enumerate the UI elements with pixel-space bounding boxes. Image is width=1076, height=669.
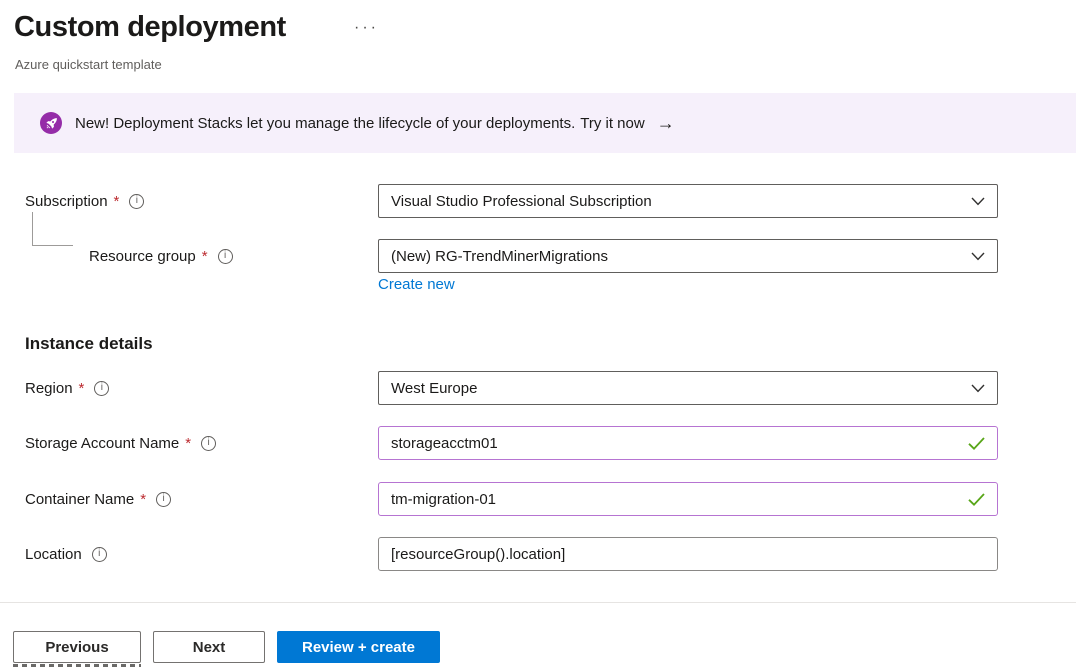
subscription-label: Subscription: [25, 193, 108, 210]
next-button[interactable]: Next: [153, 631, 265, 663]
page-subtitle: Azure quickstart template: [15, 57, 162, 72]
container-name-field: [378, 482, 998, 516]
tree-connector-horizontal: [32, 245, 73, 246]
custom-deployment-page: Custom deployment ··· Azure quickstart t…: [0, 0, 1076, 669]
required-asterisk: *: [114, 193, 120, 210]
storage-account-name-label: Storage Account Name: [25, 435, 179, 452]
info-icon[interactable]: i: [156, 492, 171, 507]
container-name-input[interactable]: [391, 483, 960, 515]
info-icon[interactable]: i: [201, 436, 216, 451]
storage-account-name-input[interactable]: [391, 427, 960, 459]
storage-account-name-label-row: Storage Account Name * i: [25, 426, 216, 460]
footer-divider: [0, 602, 1076, 603]
required-asterisk: *: [79, 380, 85, 397]
arrow-right-icon[interactable]: →: [657, 114, 675, 132]
banner-try-it-now-link[interactable]: Try it now: [580, 115, 644, 132]
chevron-down-icon: [971, 252, 985, 261]
subscription-label-row: Subscription * i: [25, 184, 144, 218]
valid-check-icon: [968, 437, 985, 450]
region-label: Region: [25, 380, 73, 397]
region-label-row: Region * i: [25, 371, 109, 405]
previous-button-focus-dash: [13, 664, 141, 667]
banner-message: New! Deployment Stacks let you manage th…: [75, 115, 575, 132]
resource-group-selected-value: (New) RG-TrendMinerMigrations: [391, 248, 608, 265]
resource-group-label-row: Resource group * i: [89, 239, 233, 273]
region-dropdown[interactable]: West Europe: [378, 371, 998, 405]
required-asterisk: *: [140, 491, 146, 508]
region-selected-value: West Europe: [391, 380, 477, 397]
instance-details-heading: Instance details: [25, 334, 153, 354]
chevron-down-icon: [971, 197, 985, 206]
create-new-link[interactable]: Create new: [378, 276, 455, 293]
subscription-selected-value: Visual Studio Professional Subscription: [391, 193, 652, 210]
container-name-label-row: Container Name * i: [25, 482, 171, 516]
deployment-stacks-banner: New! Deployment Stacks let you manage th…: [14, 93, 1076, 153]
required-asterisk: *: [185, 435, 191, 452]
page-title: Custom deployment: [14, 11, 286, 44]
info-icon[interactable]: i: [218, 249, 233, 264]
subscription-dropdown[interactable]: Visual Studio Professional Subscription: [378, 184, 998, 218]
review-create-button[interactable]: Review + create: [277, 631, 440, 663]
location-input[interactable]: [391, 538, 985, 570]
rocket-icon: [40, 112, 62, 134]
chevron-down-icon: [971, 384, 985, 393]
storage-account-name-field: [378, 426, 998, 460]
required-asterisk: *: [202, 248, 208, 265]
tree-connector-vertical: [32, 212, 33, 245]
info-icon[interactable]: i: [94, 381, 109, 396]
resource-group-dropdown[interactable]: (New) RG-TrendMinerMigrations: [378, 239, 998, 273]
location-label: Location: [25, 546, 82, 563]
more-options-button[interactable]: ···: [354, 19, 379, 37]
resource-group-label: Resource group: [89, 248, 196, 265]
valid-check-icon: [968, 493, 985, 506]
location-label-row: Location i: [25, 537, 107, 571]
info-icon[interactable]: i: [92, 547, 107, 562]
info-icon[interactable]: i: [129, 194, 144, 209]
location-field: [378, 537, 998, 571]
container-name-label: Container Name: [25, 491, 134, 508]
previous-button[interactable]: Previous: [13, 631, 141, 663]
